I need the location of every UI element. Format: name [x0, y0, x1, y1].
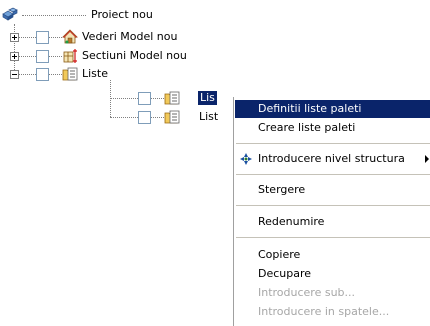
menu-item-introducere-in-spatele: Introducere in spatele... — [235, 303, 430, 321]
menu-item-creare-liste-paleti[interactable]: Creare liste paleti — [235, 119, 430, 137]
tree-connector — [19, 74, 36, 75]
menu-item-label: Creare liste paleti — [258, 121, 356, 134]
menu-item-introducere-nivel-structura[interactable]: Introducere nivel structura — [235, 150, 430, 168]
folder-list-icon — [164, 90, 180, 106]
menu-item-label: Copiere — [258, 248, 301, 261]
tree-connector — [49, 56, 62, 57]
menu-item-label: Introducere sub... — [258, 286, 356, 299]
menu-item-redenumire[interactable]: Redenumire — [235, 213, 430, 231]
project-blocks-icon[interactable] — [2, 6, 18, 22]
tree-connector — [22, 15, 86, 16]
tree-node-label[interactable]: Liste — [82, 67, 108, 81]
tree-checkbox[interactable] — [36, 68, 49, 81]
expand-plus-icon[interactable] — [10, 33, 19, 42]
tree-checkbox[interactable] — [36, 31, 49, 44]
tree-connector — [49, 37, 62, 38]
tree-connector — [110, 117, 138, 118]
menu-separator — [236, 143, 430, 144]
menu-item-label: Introducere in spatele... — [258, 305, 390, 318]
folder-list-icon — [164, 109, 180, 125]
tree-child-label[interactable]: Lis — [198, 91, 217, 105]
tree-connector — [151, 117, 164, 118]
tree-root-label[interactable]: Proiect nou — [91, 8, 153, 22]
menu-item-introducere-sub: Introducere sub... — [235, 284, 430, 302]
tree-connector — [19, 37, 36, 38]
menu-separator — [236, 174, 430, 175]
tree-connector — [49, 74, 62, 75]
menu-item-label: Stergere — [258, 183, 306, 196]
menu-item-label: Redenumire — [258, 215, 325, 228]
tree-child-label[interactable]: List — [199, 110, 218, 124]
menu-item-definitii-liste-paleti[interactable]: Definitii liste paleti — [235, 100, 430, 118]
section-view-icon — [62, 48, 78, 64]
tree-checkbox[interactable] — [138, 111, 151, 124]
tree-connector — [14, 24, 15, 74]
menu-item-stergere[interactable]: Stergere — [235, 181, 430, 199]
menu-item-label: Decupare — [258, 267, 312, 280]
context-menu: Definitii liste paleti Creare liste pale… — [233, 97, 430, 326]
menu-separator — [236, 237, 430, 238]
menu-item-label: Definitii liste paleti — [258, 102, 362, 115]
tree-checkbox[interactable] — [36, 50, 49, 63]
structure-level-icon — [239, 152, 253, 166]
expand-plus-icon[interactable] — [10, 52, 19, 61]
submenu-arrow-icon — [425, 155, 429, 163]
house-view-icon — [62, 29, 78, 45]
menu-separator — [236, 205, 430, 206]
tree-node-label[interactable]: Sectiuni Model nou — [82, 49, 187, 63]
tree-connector — [19, 56, 36, 57]
tree-checkbox[interactable] — [138, 92, 151, 105]
tree-connector — [110, 98, 138, 99]
collapse-minus-icon[interactable] — [10, 70, 19, 79]
tree-connector — [151, 98, 164, 99]
menu-item-decupare[interactable]: Decupare — [235, 265, 430, 283]
folder-list-icon — [62, 66, 78, 82]
menu-item-label: Introducere nivel structura — [258, 152, 405, 165]
tree-node-label[interactable]: Vederi Model nou — [82, 30, 177, 44]
menu-item-copiere[interactable]: Copiere — [235, 246, 430, 264]
